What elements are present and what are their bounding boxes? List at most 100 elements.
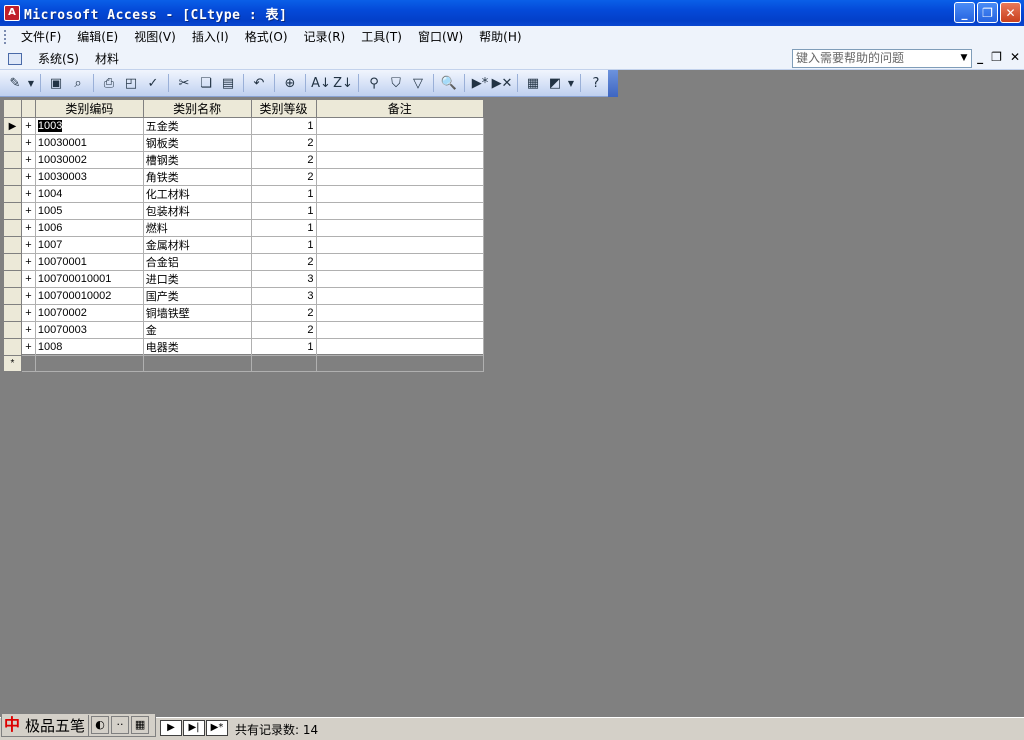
record-selector[interactable] — [3, 219, 22, 237]
expand-icon[interactable]: + — [20, 168, 36, 186]
last-record-button[interactable]: ▶| — [183, 720, 205, 736]
restore-button[interactable]: ❐ — [977, 2, 998, 23]
new-record-cell[interactable] — [20, 355, 36, 372]
record-selector[interactable] — [3, 253, 22, 271]
cell-code[interactable]: 1004 — [34, 185, 144, 203]
column-header-note[interactable]: 备注 — [315, 99, 485, 118]
cell-name[interactable]: 钢板类 — [142, 134, 252, 152]
help-icon[interactable]: ? — [586, 73, 606, 93]
properties-icon[interactable]: ▦ — [523, 73, 543, 93]
new-record-cell[interactable] — [142, 355, 252, 372]
undo-icon[interactable]: ↶ — [249, 73, 269, 93]
access-app-icon[interactable]: A — [4, 5, 20, 21]
new-record-button[interactable]: ▶* — [206, 720, 228, 736]
expand-icon[interactable]: + — [20, 321, 36, 339]
expand-icon[interactable]: + — [20, 219, 36, 237]
menu-window[interactable]: 窗口(W) — [410, 26, 471, 48]
cell-note[interactable] — [315, 338, 485, 356]
record-selector[interactable] — [3, 270, 22, 288]
filter-selection-icon[interactable]: ⚲ — [364, 73, 384, 93]
new-record-selector[interactable]: * — [3, 355, 22, 372]
cell-name[interactable]: 电器类 — [142, 338, 252, 356]
cell-level[interactable]: 1 — [250, 338, 317, 356]
cell-code[interactable]: 1008 — [34, 338, 144, 356]
cell-note[interactable] — [315, 185, 485, 203]
moon-icon[interactable]: ◐ — [91, 716, 110, 734]
cell-level[interactable]: 1 — [250, 236, 317, 254]
record-selector[interactable] — [3, 134, 22, 152]
cell-code[interactable]: 10070002 — [34, 304, 144, 322]
table-row[interactable]: +100700010001 进口类 3 — [3, 270, 485, 288]
cell-note[interactable] — [315, 304, 485, 322]
cell-level[interactable]: 1 — [250, 185, 317, 203]
cell-name[interactable]: 铜墙铁壁 — [142, 304, 252, 322]
cell-note[interactable] — [315, 219, 485, 237]
cell-level[interactable]: 2 — [250, 304, 317, 322]
child-minimize-button[interactable]: _ — [977, 50, 983, 64]
expand-icon[interactable]: + — [20, 304, 36, 322]
cell-note[interactable] — [315, 202, 485, 220]
new-record-row[interactable]: * — [3, 355, 485, 372]
new-record-icon[interactable]: ▶* — [470, 73, 490, 93]
menu-view[interactable]: 视图(V) — [126, 26, 184, 48]
cell-level[interactable]: 3 — [250, 287, 317, 305]
table-row[interactable]: +10030001 钢板类 2 — [3, 134, 485, 152]
table-row[interactable]: +1006 燃料 1 — [3, 219, 485, 237]
table-row[interactable]: +100700010002 国产类 3 — [3, 287, 485, 305]
menu-tools[interactable]: 工具(T) — [353, 26, 410, 48]
cell-code[interactable]: 10030001 — [34, 134, 144, 152]
cell-code[interactable]: 1005 — [34, 202, 144, 220]
paste-icon[interactable]: ▤ — [218, 73, 238, 93]
toolbar-options-button[interactable] — [608, 69, 618, 97]
cell-code[interactable]: 10070003 — [34, 321, 144, 339]
menu-records[interactable]: 记录(R) — [296, 26, 354, 48]
child-close-button[interactable]: ✕ — [1010, 50, 1020, 64]
cell-note[interactable] — [315, 117, 485, 135]
record-selector[interactable]: ▶ — [3, 117, 22, 135]
record-selector[interactable] — [3, 185, 22, 203]
record-selector[interactable] — [3, 287, 22, 305]
column-header-name[interactable]: 类别名称 — [142, 99, 252, 118]
menu-edit[interactable]: 编辑(E) — [69, 26, 126, 48]
cell-code[interactable]: 1003 — [34, 117, 144, 135]
record-selector[interactable] — [3, 236, 22, 254]
cell-code[interactable]: 10030003 — [34, 168, 144, 186]
cell-note[interactable] — [315, 270, 485, 288]
cell-note[interactable] — [315, 236, 485, 254]
ime-name[interactable]: 极品五笔 — [22, 714, 90, 736]
record-selector[interactable] — [3, 321, 22, 339]
cell-name[interactable]: 国产类 — [142, 287, 252, 305]
cell-note[interactable] — [315, 134, 485, 152]
menu-system[interactable]: 系统(S) — [30, 48, 87, 70]
table-row[interactable]: +1004 化工材料 1 — [3, 185, 485, 203]
close-button[interactable]: ✕ — [1000, 2, 1021, 23]
cell-note[interactable] — [315, 287, 485, 305]
cell-name[interactable]: 包装材料 — [142, 202, 252, 220]
find-icon[interactable]: 🔍 — [439, 73, 459, 93]
expand-icon[interactable]: + — [20, 185, 36, 203]
table-row[interactable]: +10030003 角铁类 2 — [3, 168, 485, 186]
cell-level[interactable]: 3 — [250, 270, 317, 288]
cell-code[interactable]: 10030002 — [34, 151, 144, 169]
minimize-button[interactable]: _ — [954, 2, 975, 23]
record-selector[interactable] — [3, 304, 22, 322]
cell-name[interactable]: 槽钢类 — [142, 151, 252, 169]
expand-icon[interactable]: + — [20, 117, 36, 135]
design-view-icon[interactable]: ✎ — [5, 73, 25, 93]
cell-note[interactable] — [315, 253, 485, 271]
new-record-cell[interactable] — [250, 355, 317, 372]
menu-format[interactable]: 格式(O) — [237, 26, 296, 48]
new-record-cell[interactable] — [34, 355, 144, 372]
expand-icon[interactable]: + — [20, 151, 36, 169]
print-preview-icon[interactable]: ◰ — [121, 73, 141, 93]
menu-grip[interactable] — [4, 30, 7, 44]
record-selector[interactable] — [3, 168, 22, 186]
expand-icon[interactable]: + — [20, 338, 36, 356]
table-row[interactable]: +10070003 金 2 — [3, 321, 485, 339]
delete-record-icon[interactable]: ▶✕ — [492, 73, 513, 93]
table-window-icon[interactable] — [8, 52, 22, 65]
punctuation-icon[interactable]: ·· — [111, 716, 130, 734]
cell-code[interactable]: 10070001 — [34, 253, 144, 271]
view-dropdown-icon[interactable]: ▼ — [27, 73, 35, 93]
cell-name[interactable]: 燃料 — [142, 219, 252, 237]
